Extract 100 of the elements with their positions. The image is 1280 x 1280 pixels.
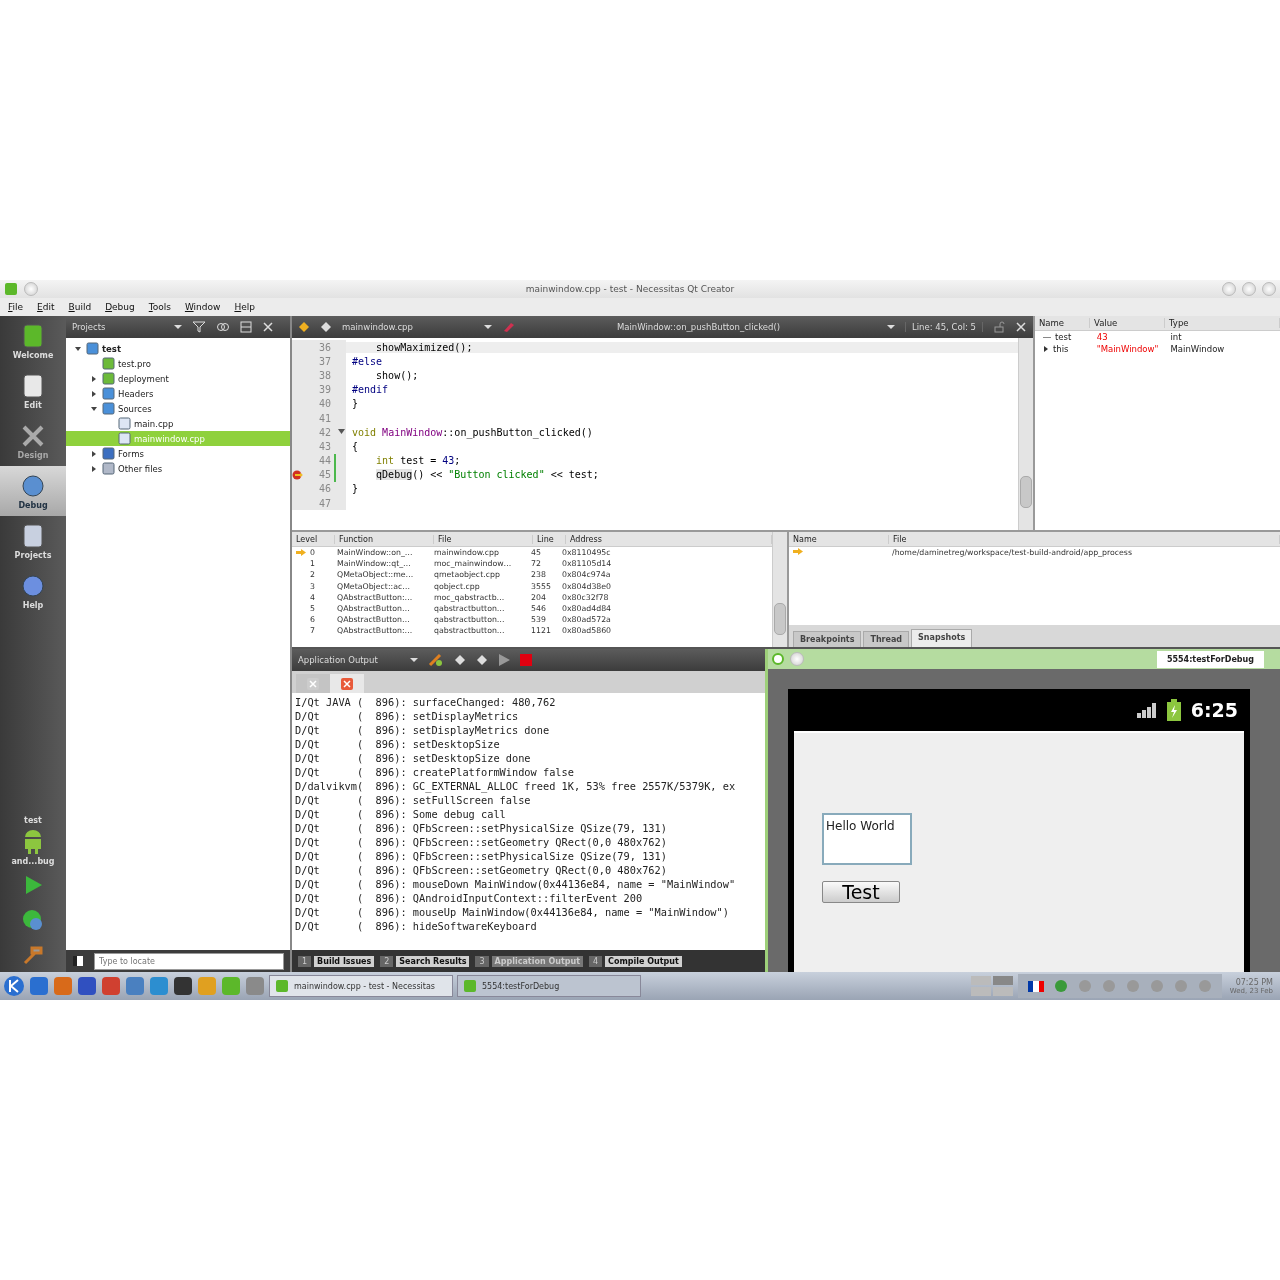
code-line: show(); (375, 369, 420, 381)
kit-project: test (24, 816, 42, 825)
line-number: 43 (318, 440, 331, 452)
test-button[interactable]: Test (822, 881, 900, 903)
code-line: } (351, 483, 360, 495)
log-line: D/Qt ( 896): mouseDown MainWindow(0x44136e84, name = "MainWindow" (295, 877, 737, 891)
panel-tab[interactable]: Thread (863, 631, 910, 647)
menu-item[interactable]: Tools (148, 302, 171, 312)
tree-item[interactable]: Other files (66, 461, 290, 476)
column-header[interactable]: Function (335, 534, 434, 544)
expand-arrow-icon[interactable] (74, 344, 82, 353)
mode-tab[interactable]: Help (0, 566, 66, 616)
play-icon[interactable] (498, 654, 510, 666)
locate-field[interactable]: Type to locate (94, 952, 284, 970)
scrollbar[interactable] (772, 532, 787, 647)
menu-item[interactable]: Build (68, 302, 92, 312)
log-line: D/Qt ( 896): setDisplayMetrics (295, 709, 520, 723)
log-line: D/Qt ( 896): QAndroidInputContext::filterEvent 200 (295, 891, 644, 905)
log-line: D/Qt ( 896): setDesktopSize (295, 737, 501, 751)
file-icon (102, 387, 115, 400)
text-field[interactable]: Hello World (822, 813, 912, 865)
app-icon[interactable] (173, 976, 193, 996)
tree-item[interactable]: Forms (66, 446, 290, 461)
column-header[interactable]: Level (292, 534, 335, 544)
tree-item[interactable]: Headers (66, 386, 290, 401)
app-icon (276, 980, 288, 992)
variable-value: "MainWindow" (1095, 344, 1160, 354)
mode-tab[interactable]: Edit (0, 366, 66, 416)
mode-tab[interactable]: Debug (0, 466, 66, 516)
column-header[interactable]: Name (1035, 318, 1090, 328)
battery-icon (1166, 699, 1181, 721)
close-icon[interactable] (341, 677, 353, 690)
close-icon[interactable] (1015, 321, 1027, 333)
file-icon (118, 432, 131, 445)
app-icon[interactable] (77, 976, 97, 996)
log-line: D/dalvikvm( 896): GC_EXTERNAL_ALLOC freed 1K, 53% free 2557K/5379K, ex (295, 779, 737, 793)
line-number: 45 (318, 469, 331, 481)
previous-icon[interactable] (454, 654, 466, 666)
tree-item[interactable]: Sources (66, 401, 290, 416)
split-icon[interactable] (240, 321, 252, 333)
back-icon[interactable] (298, 321, 310, 333)
mode-tab[interactable]: Projects (0, 516, 66, 566)
lock-icon[interactable] (993, 321, 1005, 333)
flag-icon[interactable] (1027, 980, 1044, 992)
code-line: { (351, 440, 360, 452)
mode-tab[interactable]: Welcome (0, 316, 66, 366)
column-header[interactable]: Line (533, 534, 566, 544)
taskbar-task[interactable]: 5554:testForDebug (457, 975, 641, 997)
column-header[interactable]: Name (789, 534, 889, 544)
code-line: #endif (351, 384, 390, 396)
output-selector[interactable]: Application Output (298, 655, 418, 665)
variable-name: test (1055, 332, 1072, 342)
line-number: 39 (318, 384, 331, 396)
scrollbar[interactable] (1018, 338, 1033, 530)
log-line: D/Qt ( 896): setFullScreen false (295, 793, 532, 807)
taskbar-task[interactable]: mainwindow.cpp - test - Necessitas (269, 975, 453, 997)
line-number: 37 (318, 355, 331, 367)
fold-icon[interactable] (337, 429, 345, 436)
tree-item[interactable]: main.cpp (66, 416, 290, 431)
link-icon[interactable] (216, 321, 230, 333)
menu-item[interactable]: Help (234, 302, 255, 312)
pager-icon[interactable] (969, 975, 1014, 997)
forward-icon[interactable] (320, 321, 332, 333)
column-header[interactable]: File (889, 534, 1280, 544)
clock: 6:25 (1190, 699, 1238, 721)
variable-value: 43 (1095, 332, 1109, 342)
column-header[interactable]: Value (1090, 318, 1165, 328)
filter-icon[interactable] (192, 321, 206, 333)
next-icon[interactable] (476, 654, 488, 666)
column-header[interactable]: Type (1165, 318, 1280, 328)
menu-item[interactable]: File (8, 302, 24, 312)
log-line: D/Qt ( 896): setDesktopSize done (295, 751, 532, 765)
start-menu-icon[interactable] (3, 975, 25, 997)
cursor-position: Line: 45, Col: 5 (905, 322, 983, 332)
column-header[interactable]: File (434, 534, 533, 544)
menu-item[interactable]: Debug (105, 302, 135, 312)
panel-tab[interactable]: Snapshots (911, 629, 973, 647)
tree-item[interactable]: test (66, 341, 290, 356)
menu-item[interactable]: Edit (37, 302, 55, 312)
log-line: D/Qt ( 896): hideSoftwareKeyboard (295, 919, 538, 933)
breakpoint-icon[interactable] (292, 469, 304, 480)
log-line: D/Qt ( 896): Some debug call (295, 807, 507, 821)
panel-tab[interactable]: Breakpoints (793, 631, 862, 647)
tree-item[interactable]: test.pro (66, 356, 290, 371)
log-line: D/Qt ( 896): QFbScreen::setGeometry QRect(0,0 480x762) (295, 863, 668, 877)
expand-arrow-icon[interactable] (1043, 345, 1049, 353)
code-line: } (351, 398, 360, 410)
window-title: mainwindow.cpp - test - Necessitas Qt Creator (524, 284, 736, 294)
tree-item[interactable]: deployment (66, 371, 290, 386)
symbol-selector[interactable]: MainWindow::on_pushButton_clicked() (502, 321, 895, 333)
clock-time: 07:25 PM (1235, 977, 1273, 987)
sidebar-toggle-icon[interactable] (72, 955, 84, 967)
menu-item[interactable]: Window (184, 302, 221, 312)
file-selector[interactable]: mainwindow.cpp (342, 322, 492, 332)
log-line: D/Qt ( 896): createPlatformWindow false (295, 765, 575, 779)
signal-icon (1136, 702, 1157, 718)
log-line: D/Qt ( 896): QFbScreen::setGeometry QRect(0,0 480x762) (295, 835, 668, 849)
close-icon[interactable] (262, 321, 274, 333)
debug-run-icon[interactable] (21, 908, 45, 932)
output-tab[interactable] (330, 674, 364, 693)
